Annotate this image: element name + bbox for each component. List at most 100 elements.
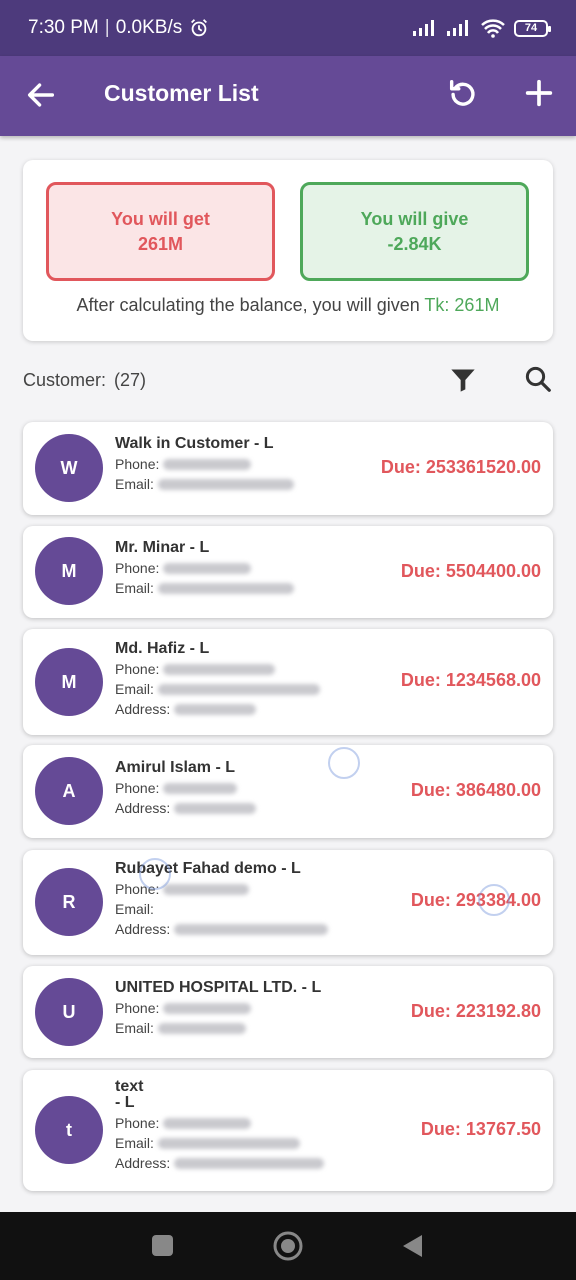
- balance-summary-card: You will get 261M You will give -2.84K A…: [23, 160, 553, 341]
- balance-description: After calculating the balance, you will …: [76, 295, 420, 315]
- signal-icon: [413, 20, 434, 36]
- redacted-value: [174, 1157, 325, 1169]
- customer-count-row: Customer: (27): [23, 364, 553, 396]
- phone-label: Phone:: [115, 456, 160, 472]
- redacted-value: [163, 562, 252, 574]
- avatar: M: [35, 537, 103, 605]
- due-amount: Due: 5504400.00: [400, 561, 541, 581]
- address-label: Address:: [115, 800, 171, 816]
- customer-email: Email:: [115, 899, 328, 919]
- due-amount: Due: 293384.00: [410, 890, 541, 910]
- redacted-value: [157, 478, 294, 490]
- customer-address: Address:: [115, 1153, 325, 1173]
- refresh-icon[interactable]: [446, 76, 480, 110]
- you-will-get-label: You will get: [111, 208, 210, 229]
- system-navigation-bar: [0, 1212, 576, 1280]
- avatar: A: [35, 757, 103, 825]
- customer-count: (27): [114, 369, 147, 390]
- customer-card[interactable]: A Amirul Islam - L Phone: Address: Due: …: [23, 745, 553, 838]
- you-will-get-value: 261M: [137, 233, 184, 254]
- redacted-value: [163, 1002, 252, 1014]
- customer-name: UNITED HOSPITAL LTD. - L: [115, 979, 322, 996]
- redacted-value: [157, 683, 320, 695]
- wifi-icon: [481, 19, 505, 38]
- customer-card[interactable]: t text - L Phone: Email: Address: Due: 1…: [23, 1070, 553, 1191]
- redacted-value: [157, 1137, 300, 1149]
- customer-phone: Phone:: [115, 1113, 324, 1133]
- customer-card[interactable]: M Mr. Minar - L Phone: Email: Due: 55044…: [23, 526, 553, 618]
- redacted-value: [163, 883, 250, 895]
- customer-label: Customer:: [23, 369, 107, 390]
- avatar: W: [35, 434, 103, 502]
- due-amount: Due: 13767.50: [420, 1119, 541, 1139]
- redacted-value: [163, 1117, 252, 1129]
- customer-name: Amirul Islam - L: [115, 759, 236, 776]
- redacted-value: [163, 782, 238, 794]
- redacted-value: [174, 703, 257, 715]
- avatar: R: [35, 868, 103, 936]
- you-will-give-value: -2.84K: [387, 233, 442, 254]
- email-label: Email:: [115, 580, 154, 596]
- avatar: U: [35, 978, 103, 1046]
- customer-phone: Phone:: [115, 454, 294, 474]
- phone-label: Phone:: [115, 661, 160, 677]
- touch-ripple: [328, 747, 360, 779]
- customer-email: Email:: [115, 1018, 321, 1038]
- back-icon[interactable]: [400, 1233, 424, 1259]
- redacted-value: [157, 1022, 246, 1034]
- redacted-value: [163, 663, 276, 675]
- recents-icon[interactable]: [152, 1235, 173, 1256]
- customer-address: Address:: [115, 919, 329, 939]
- email-label: Email:: [115, 681, 154, 697]
- touch-ripple: [478, 884, 510, 916]
- app-bar: Customer List: [0, 56, 576, 136]
- redacted-value: [174, 802, 257, 814]
- phone-label: Phone:: [115, 1115, 160, 1131]
- status-divider: |: [104, 17, 110, 38]
- customer-name: text - L: [115, 1078, 144, 1111]
- phone-label: Phone:: [115, 560, 160, 576]
- due-amount: Due: 386480.00: [410, 780, 541, 800]
- customer-phone: Phone:: [115, 998, 321, 1018]
- customer-address: Address:: [115, 798, 257, 818]
- customer-address: Address:: [115, 699, 320, 719]
- balance-text: After calculating the balance, you will …: [23, 295, 553, 316]
- customer-email: Email:: [115, 578, 294, 598]
- you-will-get-box[interactable]: You will get 261M: [46, 182, 275, 281]
- page-title: Customer List: [104, 80, 259, 106]
- alarm-icon: [191, 19, 208, 37]
- redacted-value: [174, 923, 329, 935]
- you-will-give-box[interactable]: You will give -2.84K: [300, 182, 529, 281]
- customer-card[interactable]: M Md. Hafiz - L Phone: Email: Address: D…: [23, 629, 553, 735]
- phone-label: Phone:: [115, 1000, 160, 1016]
- customer-email: Email:: [115, 679, 320, 699]
- due-amount: Due: 223192.80: [410, 1001, 541, 1021]
- filter-icon[interactable]: [449, 366, 477, 394]
- customer-phone: Phone:: [115, 659, 320, 679]
- due-amount: Due: 253361520.00: [380, 457, 541, 477]
- status-speed: 0.0KB/s: [115, 17, 183, 38]
- customer-phone: Phone:: [115, 558, 294, 578]
- customer-card[interactable]: U UNITED HOSPITAL LTD. - L Phone: Email:…: [23, 966, 553, 1058]
- email-label: Email:: [115, 1135, 154, 1151]
- address-label: Address:: [115, 1155, 171, 1171]
- search-icon[interactable]: [523, 364, 553, 394]
- signal-icon-2: [447, 20, 468, 36]
- customer-email: Email:: [115, 1133, 324, 1153]
- customer-name: Md. Hafiz - L: [115, 640, 210, 657]
- redacted-value: [163, 458, 252, 470]
- touch-ripple: [139, 858, 171, 890]
- due-amount: Due: 1234568.00: [400, 670, 541, 690]
- back-arrow-icon[interactable]: [24, 78, 58, 112]
- customer-card[interactable]: R Rubayet Fahad demo - L Phone: Email: A…: [23, 850, 553, 955]
- customer-card[interactable]: W Walk in Customer - L Phone: Email: Due…: [23, 422, 553, 515]
- add-icon[interactable]: [522, 76, 556, 110]
- home-icon[interactable]: [272, 1230, 304, 1262]
- email-label: Email:: [115, 1020, 154, 1036]
- you-will-give-label: You will give: [360, 208, 469, 229]
- customer-email: Email:: [115, 474, 294, 494]
- address-label: Address:: [115, 921, 171, 937]
- customer-phone: Phone:: [115, 778, 256, 798]
- battery-icon: 74: [514, 19, 551, 37]
- customer-name: Mr. Minar - L: [115, 539, 210, 556]
